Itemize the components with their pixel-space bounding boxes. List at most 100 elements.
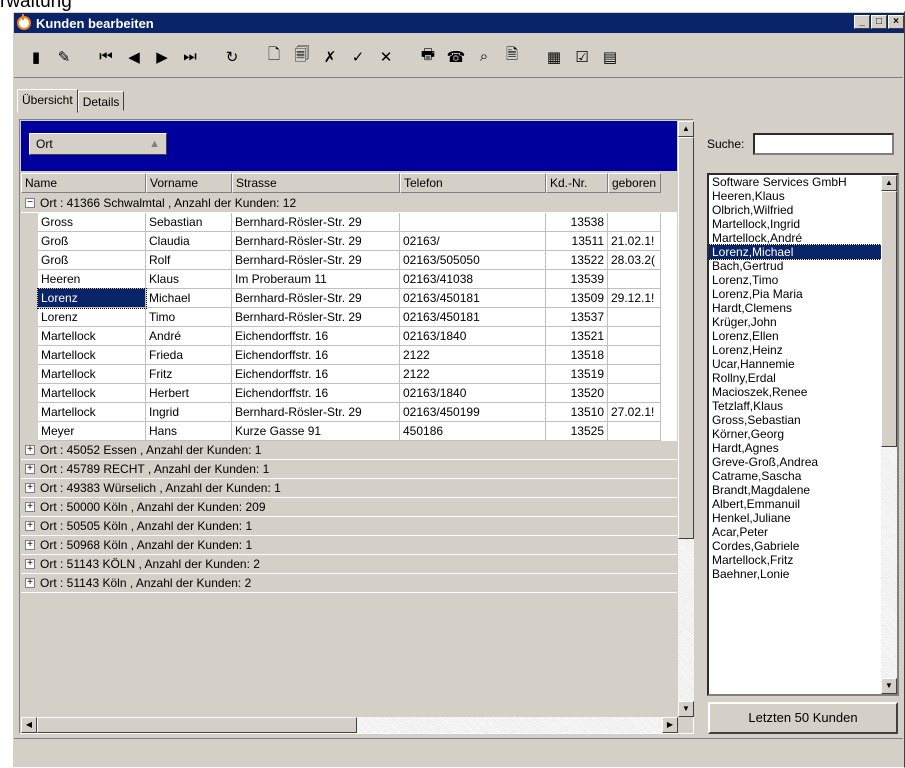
scroll-down-button[interactable]: ▼ [678,701,694,717]
document-icon[interactable]: 🗎 [500,45,524,69]
list-item[interactable]: Körner,Georg [709,427,881,441]
cell-vorname[interactable]: Fritz [146,365,232,384]
table-row[interactable]: Groß Claudia Bernhard-Rösler-Str. 29 02163/… [38,232,677,251]
search-input[interactable] [753,133,894,155]
scroll-right-button[interactable]: ▶ [662,717,678,733]
cell-kdnr[interactable]: 13521 [546,327,608,346]
cell-strasse[interactable]: Kurze Gasse 91 [232,422,400,441]
cell-kdnr[interactable]: 13522 [546,251,608,270]
cell-telefon[interactable]: 2122 [400,365,546,384]
table-row[interactable]: Heeren Klaus Im Proberaum 11 02163/41038 135… [38,270,677,289]
table-row[interactable]: Lorenz Timo Bernhard-Rösler-Str. 29 02163/4… [38,308,677,327]
cell-geboren[interactable] [608,346,661,365]
cell-strasse[interactable]: Bernhard-Rösler-Str. 29 [232,213,400,232]
cell-geboren[interactable]: 21.02.1! [608,232,661,251]
column-header-3[interactable]: Telefon [400,173,546,193]
table-row[interactable]: Martellock Herbert Eichendorffstr. 16 02163… [38,384,677,403]
list-item[interactable]: Rollny,Erdal [709,371,881,385]
cell-geboren[interactable] [608,384,661,403]
tab-uebersicht[interactable]: Übersicht [17,89,78,113]
group-row-expanded[interactable]: − Ort : 41366 Schwalmtal , Anzahl der Kun… [21,194,677,213]
cell-name[interactable]: Martellock [38,365,146,384]
list-item[interactable]: Tetzlaff,Klaus [709,399,881,413]
new-record-icon[interactable]: 🗋 [262,45,286,69]
cell-vorname[interactable]: Klaus [146,270,232,289]
cell-name[interactable]: Gross [38,213,146,232]
expand-icon[interactable]: + [25,464,35,474]
cell-vorname[interactable]: Ingrid [146,403,232,422]
cell-geboren[interactable] [608,422,661,441]
cell-kdnr[interactable]: 13511 [546,232,608,251]
group-by-ort-chip[interactable]: Ort ▲ [29,133,167,155]
list-item[interactable]: Catrame,Sascha [709,469,881,483]
cell-kdnr[interactable]: 13519 [546,365,608,384]
cell-kdnr[interactable]: 13525 [546,422,608,441]
list-item[interactable]: Lorenz,Heinz [709,343,881,357]
cell-geboren[interactable] [608,365,661,384]
first-record-icon[interactable]: ⏮ [94,45,118,69]
group-row-collapsed-1[interactable]: + Ort : 45789 RECHT , Anzahl der Kunden: … [21,460,677,479]
next-record-icon[interactable]: ▶ [150,45,174,69]
expand-icon[interactable]: + [25,540,35,550]
delete-record-icon[interactable]: ✗ [318,45,342,69]
cell-telefon[interactable]: 02163/41038 [400,270,546,289]
cell-name[interactable]: Groß [38,251,146,270]
scroll-left-button[interactable]: ◀ [21,717,37,733]
expand-icon[interactable]: + [25,445,35,455]
list-item[interactable]: Martellock,Ingrid [709,217,881,231]
expand-icon[interactable]: + [25,502,35,512]
cell-telefon[interactable]: 02163/450181 [400,289,546,308]
table-row[interactable]: Martellock Ingrid Bernhard-Rösler-Str. 29 0… [38,403,677,422]
cell-vorname[interactable]: Michael [146,289,232,308]
list-item[interactable]: Martellock,Fritz [709,553,881,567]
list-item[interactable]: Acar,Peter [709,525,881,539]
cell-telefon[interactable]: 450186 [400,422,546,441]
checkbox-icon[interactable]: ☑ [570,45,594,69]
list-item[interactable]: Lorenz,Timo [709,273,881,287]
list-item[interactable]: Ucar,Hannemie [709,357,881,371]
column-header-5[interactable]: geboren [608,173,661,193]
list-item[interactable]: Krüger,John [709,315,881,329]
group-row-collapsed-6[interactable]: + Ort : 51143 KÖLN , Anzahl der Kunden: 2 [21,555,677,574]
cell-telefon[interactable]: 02163/450181 [400,308,546,327]
expand-icon[interactable]: + [25,521,35,531]
group-row-collapsed-3[interactable]: + Ort : 50000 Köln , Anzahl der Kunden: 2… [21,498,677,517]
cell-name[interactable]: Groß [38,232,146,251]
cell-strasse[interactable]: Bernhard-Rösler-Str. 29 [232,289,400,308]
cell-telefon[interactable]: 02163/1840 [400,327,546,346]
column-header-1[interactable]: Vorname [146,173,232,193]
cell-name[interactable]: Martellock [38,384,146,403]
cell-geboren[interactable] [608,308,661,327]
cell-geboren[interactable] [608,327,661,346]
cell-name[interactable]: Meyer [38,422,146,441]
cell-geboren[interactable] [608,213,661,232]
table-row[interactable]: Gross Sebastian Bernhard-Rösler-Str. 29 135… [38,213,677,232]
list-item[interactable]: Software Services GmbH [709,175,881,189]
cell-vorname[interactable]: Claudia [146,232,232,251]
cell-kdnr[interactable]: 13509 [546,289,608,308]
list-item[interactable]: Lorenz,Pia Maria [709,287,881,301]
cell-telefon[interactable]: 02163/ [400,232,546,251]
last-50-customers-button[interactable]: Letzten 50 Kunden [708,702,898,734]
cell-vorname[interactable]: Hans [146,422,232,441]
cell-kdnr[interactable]: 13520 [546,384,608,403]
list-scroll-up-button[interactable]: ▲ [881,175,897,191]
scroll-up-button[interactable]: ▲ [678,121,694,137]
close-button[interactable]: × [888,15,904,29]
cell-telefon[interactable]: 02163/1840 [400,384,546,403]
maximize-button[interactable]: □ [871,15,887,29]
cell-geboren[interactable] [608,270,661,289]
list-item[interactable]: Martellock,André [709,231,881,245]
tab-details[interactable]: Details [77,91,125,111]
customer-list[interactable]: Software Services GmbH Heeren,Klaus Olbric… [707,173,899,696]
list-item[interactable]: Brandt,Magdalene [709,483,881,497]
list-item[interactable]: Gross,Sebastian [709,413,881,427]
list-item[interactable]: Hardt,Agnes [709,441,881,455]
cell-kdnr[interactable]: 13537 [546,308,608,327]
table-row[interactable]: Groß Rolf Bernhard-Rösler-Str. 29 02163/505… [38,251,677,270]
cell-strasse[interactable]: Eichendorffstr. 16 [232,346,400,365]
list-item[interactable]: Lorenz,Ellen [709,329,881,343]
cell-telefon[interactable]: 2122 [400,346,546,365]
cell-geboren[interactable]: 29.12.1! [608,289,661,308]
group-row-collapsed-4[interactable]: + Ort : 50505 Köln , Anzahl der Kunden: 1 [21,517,677,536]
